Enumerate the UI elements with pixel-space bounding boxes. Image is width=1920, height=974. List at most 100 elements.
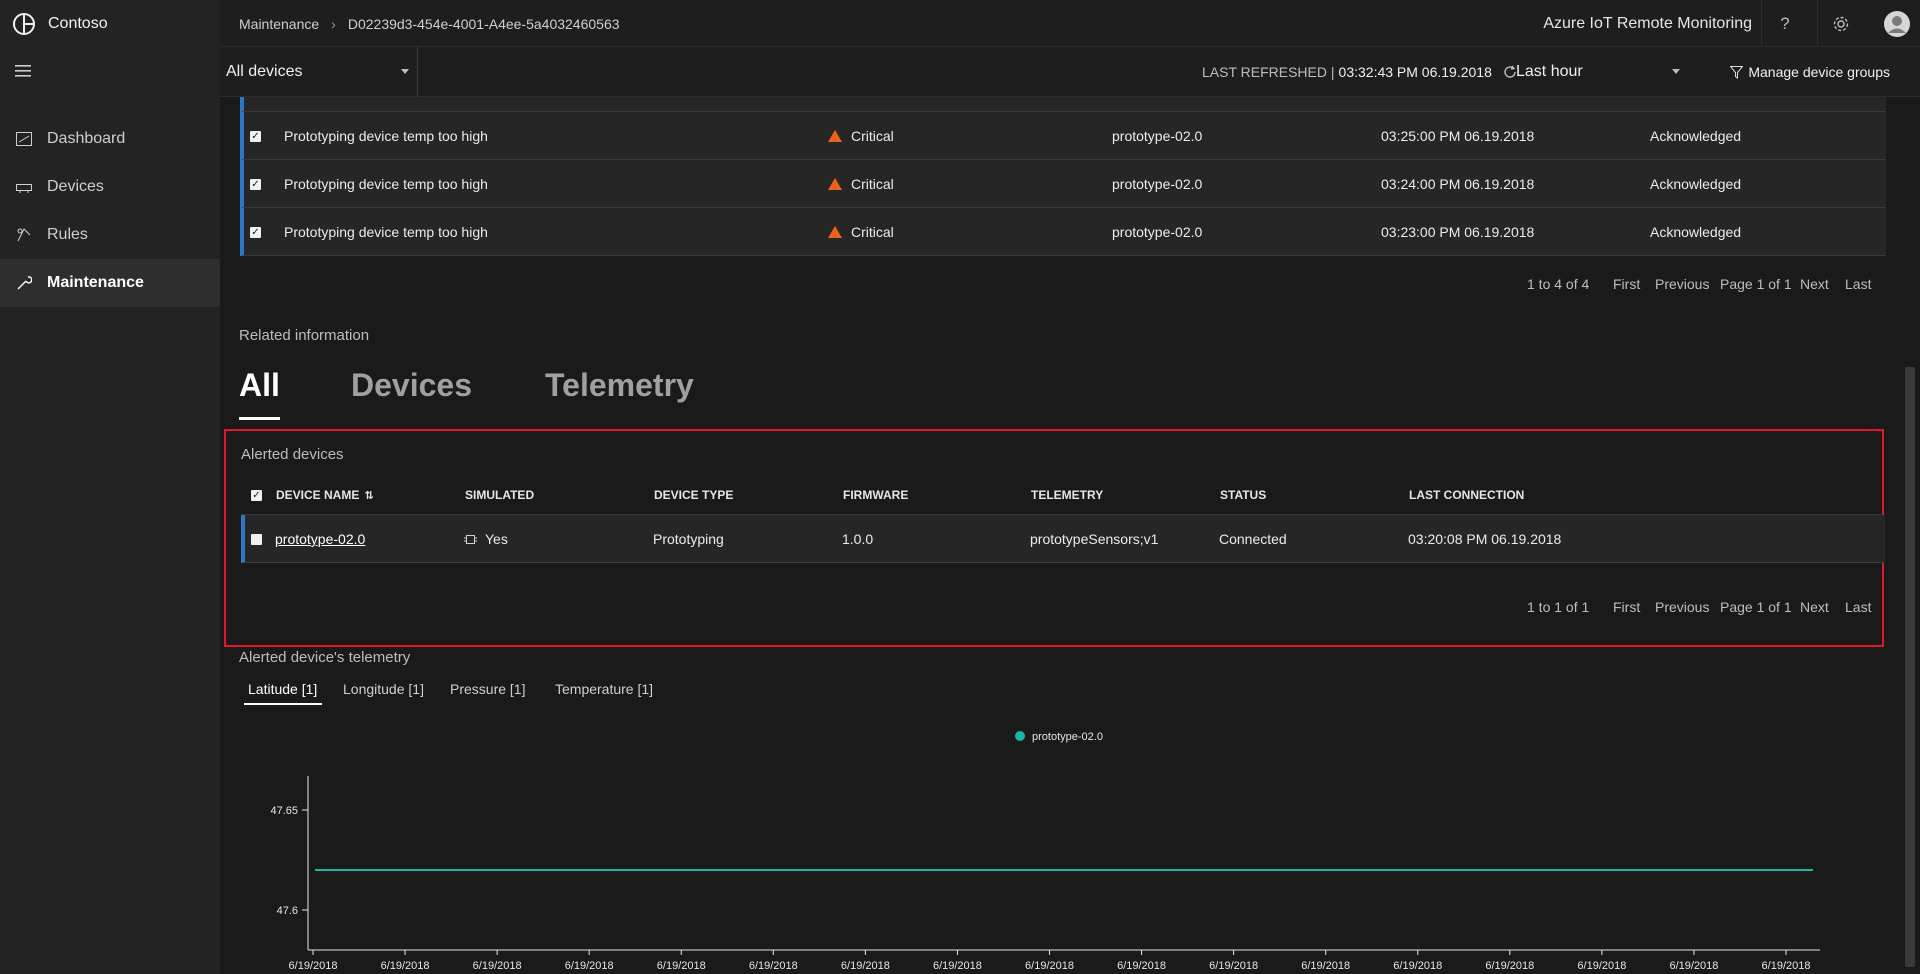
sidebar-item-label: Dashboard [47, 130, 126, 147]
pager-next[interactable]: Next [1800, 276, 1829, 292]
table-row[interactable]: Prototyping device temp too high Critica… [240, 160, 1886, 208]
sidebar-item-dashboard[interactable]: Dashboard [0, 115, 220, 163]
x-tick-label: 6/19/2018 [1393, 960, 1442, 972]
tab-latitude[interactable]: Latitude [1] [248, 681, 317, 697]
profile-button[interactable] [1873, 0, 1920, 47]
pager-range: 1 to 4 of 4 [1527, 276, 1590, 292]
warning-triangle-icon [828, 226, 842, 238]
tab-pressure[interactable]: Pressure [1] [450, 681, 525, 697]
col-telemetry[interactable]: TELEMETRY [1031, 475, 1103, 515]
col-status[interactable]: STATUS [1220, 475, 1266, 515]
breadcrumb-alert-id: D02239d3-454e-4001-A4ee-5a4032460563 [347, 15, 620, 32]
table-row[interactable]: Prototyping device temp too high Critica… [240, 208, 1886, 256]
sidebar-item-label: Maintenance [47, 274, 144, 291]
device-type-cell: Prototyping [653, 531, 724, 547]
rules-icon [15, 226, 33, 244]
telemetry-chart: prototype-02.0 47.65 47.6 6/19/2018 6/19/201… [220, 717, 1900, 974]
warning-triangle-icon [828, 178, 842, 190]
severity-cell: Critical [828, 112, 894, 160]
tab-all[interactable]: All [239, 367, 280, 404]
last-connection-cell: 03:20:08 PM 06.19.2018 [1408, 531, 1562, 547]
severity-label: Critical [851, 176, 894, 192]
sidebar-item-maintenance[interactable]: Maintenance [0, 259, 220, 307]
settings-button[interactable] [1817, 0, 1864, 47]
tab-longitude[interactable]: Longitude [1] [343, 681, 424, 697]
pager-last[interactable]: Last [1845, 599, 1871, 615]
telemetry-title: Alerted device's telemetry [239, 649, 411, 666]
hamburger-icon [15, 64, 31, 77]
checkbox [250, 130, 261, 142]
x-tick-label: 6/19/2018 [1577, 960, 1626, 972]
pager-previous[interactable]: Previous [1655, 276, 1709, 292]
table-row[interactable]: Prototyping device temp too high Critica… [240, 112, 1886, 160]
row-checkbox[interactable] [250, 112, 261, 160]
x-tick-label: 6/19/2018 [1485, 960, 1534, 972]
severity-label: Critical [851, 128, 894, 144]
col-device-name[interactable]: DEVICE NAME ⇅ [276, 475, 374, 515]
row-checkbox[interactable] [250, 160, 261, 208]
tab-devices[interactable]: Devices [351, 367, 472, 404]
rule-name-cell: Prototyping device temp too high [284, 128, 488, 144]
checkbox [251, 489, 262, 501]
menu-toggle[interactable] [0, 47, 220, 94]
row-checkbox[interactable] [250, 208, 261, 256]
contoso-logo-icon [13, 12, 35, 35]
pager-first[interactable]: First [1613, 599, 1640, 615]
col-last-connection[interactable]: LAST CONNECTION [1409, 475, 1524, 515]
warning-triangle-icon [828, 130, 842, 142]
scrollbar-thumb[interactable] [1905, 367, 1915, 967]
alerted-devices-header: DEVICE NAME ⇅ SIMULATED DEVICE TYPE FIRM… [241, 475, 1885, 515]
dashboard-icon [15, 130, 33, 148]
pager-previous[interactable]: Previous [1655, 599, 1709, 615]
device-name-text[interactable]: prototype-02.0 [275, 531, 365, 547]
sidebar-item-label: Rules [47, 226, 88, 243]
col-simulated[interactable]: SIMULATED [465, 475, 534, 515]
y-tick-label: 47.65 [270, 805, 298, 817]
tab-temperature[interactable]: Temperature [1] [555, 681, 653, 697]
x-tick-label: 6/19/2018 [1117, 960, 1166, 972]
simulated-value: Yes [485, 531, 508, 547]
status-cell: Acknowledged [1650, 128, 1742, 144]
checkbox [250, 226, 261, 238]
alert-occurrences-table: Prototyping device temp too high Critica… [240, 97, 1886, 256]
device-name-link[interactable]: prototype-02.0 [275, 515, 365, 563]
sidebar-item-rules[interactable]: Rules [0, 211, 220, 259]
telemetry-chart-svg: prototype-02.0 47.65 47.6 6/19/2018 6/19/201… [270, 731, 1820, 972]
related-information-label: Related information [239, 327, 370, 344]
select-all-checkbox[interactable] [251, 475, 262, 515]
severity-cell: Critical [828, 208, 894, 256]
breadcrumb-maintenance[interactable]: Maintenance [239, 16, 319, 32]
brand[interactable]: Contoso [0, 0, 220, 47]
breadcrumb: Maintenance › D02239d3-454e-4001-A4ee-5a… [239, 0, 620, 47]
col-device-name-label: DEVICE NAME [276, 488, 360, 502]
sort-icon: ⇅ [364, 489, 374, 502]
device-cell: prototype-02.0 [1112, 128, 1203, 144]
tab-telemetry[interactable]: Telemetry [545, 367, 694, 404]
x-tick-label: 6/19/2018 [565, 960, 614, 972]
manage-device-groups-button[interactable]: Manage device groups [1730, 47, 1890, 97]
x-tick-label: 6/19/2018 [1762, 960, 1811, 972]
pager-first[interactable]: First [1613, 276, 1640, 292]
x-tick-label: 6/19/2018 [1025, 960, 1074, 972]
device-group-select[interactable]: All devices [220, 47, 418, 97]
pager-next[interactable]: Next [1800, 599, 1829, 615]
alerted-devices-title: Alerted devices [241, 446, 344, 463]
device-group-value: All devices [226, 63, 303, 80]
checkbox [250, 178, 261, 190]
col-device-type[interactable]: DEVICE TYPE [654, 475, 733, 515]
time-range-value: Last hour [1516, 63, 1583, 80]
time-range-select[interactable]: Last hour [1516, 47, 1706, 97]
top-header: Maintenance › D02239d3-454e-4001-A4ee-5a… [220, 0, 1920, 47]
sidebar-item-devices[interactable]: Devices [0, 163, 220, 211]
maintenance-icon [15, 274, 33, 292]
help-button[interactable]: ? [1761, 0, 1808, 47]
col-firmware[interactable]: FIRMWARE [843, 475, 908, 515]
x-tick-label: 6/19/2018 [933, 960, 982, 972]
row-checkbox[interactable] [251, 515, 262, 563]
pager-last[interactable]: Last [1845, 276, 1871, 292]
scrollbar[interactable] [1900, 97, 1920, 974]
device-cell: prototype-02.0 [1112, 176, 1203, 192]
alerts-pager: 1 to 4 of 4 First Previous Page 1 of 1 N… [220, 274, 1900, 294]
severity-label: Critical [851, 224, 894, 240]
table-row[interactable]: prototype-02.0 Yes Prototyping 1.0.0 pro… [241, 515, 1885, 563]
